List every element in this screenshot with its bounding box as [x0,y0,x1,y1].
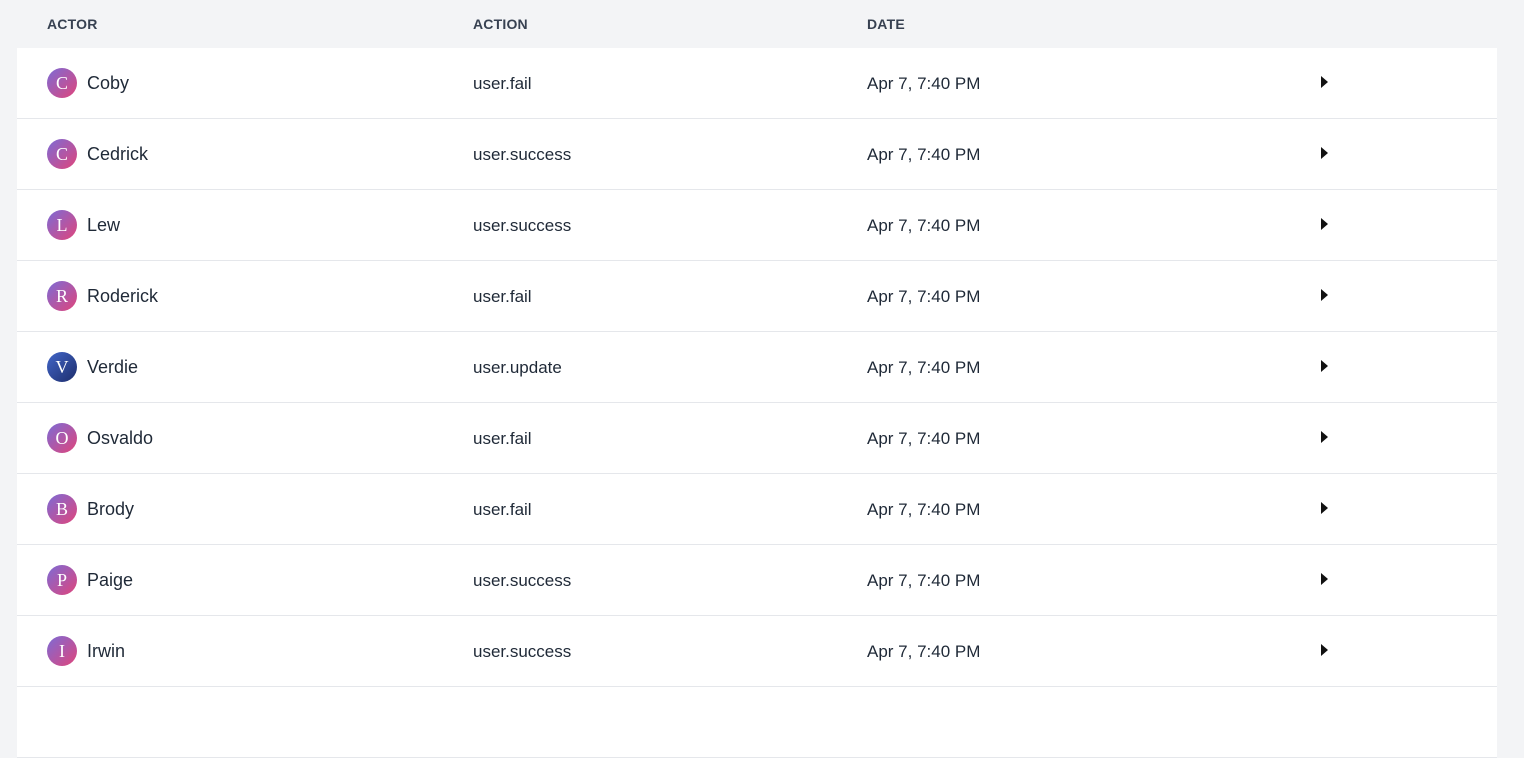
caret-right-icon[interactable] [1317,638,1337,662]
action-value: user.update [473,358,562,377]
table-row-6[interactable]: O Osvaldo user.fail Apr 7, 7:40 PM [17,403,1497,474]
avatar: P [47,565,77,595]
table-row-9[interactable]: I Irwin user.success Apr 7, 7:40 PM [17,616,1497,687]
actor-name: Osvaldo [87,428,154,448]
avatar: B [47,494,77,524]
action-value: user.success [473,642,572,661]
actor-name: Verdie [87,357,139,377]
table-body: C Coby user.fail Apr 7, 7:40 PM C Cedric… [17,48,1497,758]
date-value: Apr 7, 7:40 PM [867,500,981,519]
action-value: user.success [473,216,572,235]
action-value: user.success [473,145,572,164]
date-value: Apr 7, 7:40 PM [867,358,981,377]
date-value: Apr 7, 7:40 PM [867,642,981,661]
date-value: Apr 7, 7:40 PM [867,216,981,235]
caret-right-icon[interactable] [1317,283,1337,307]
caret-right-icon[interactable] [1317,141,1337,165]
action-value: user.fail [473,429,532,448]
date-value: Apr 7, 7:40 PM [867,145,981,164]
date-value: Apr 7, 7:40 PM [867,74,981,93]
avatar: C [47,68,77,98]
action-value: user.fail [473,74,532,93]
date-value: Apr 7, 7:40 PM [867,571,981,590]
actor-name: Irwin [87,641,126,661]
action-value: user.fail [473,287,532,306]
table-row-5[interactable]: V Verdie user.update Apr 7, 7:40 PM [17,332,1497,403]
table-row-3[interactable]: L Lew user.success Apr 7, 7:40 PM [17,190,1497,261]
actor-name: Roderick [87,286,159,306]
avatar: I [47,636,77,666]
avatar: V [47,352,77,382]
column-header-date: DATE [867,16,905,32]
table-row-1[interactable]: C Coby user.fail Apr 7, 7:40 PM [17,48,1497,119]
actor-name: Paige [87,570,134,590]
actor-name: Cedrick [87,144,149,164]
audit-log-table: ACTOR ACTION DATE C Coby user.fail Apr 7… [17,0,1497,758]
date-value: Apr 7, 7:40 PM [867,287,981,306]
table-row-8[interactable]: P Paige user.success Apr 7, 7:40 PM [17,545,1497,616]
action-value: user.fail [473,500,532,519]
avatar: R [47,281,77,311]
caret-right-icon[interactable] [1317,354,1337,378]
caret-right-icon[interactable] [1317,70,1337,94]
table-header: ACTOR ACTION DATE [17,0,1497,48]
table-row-2[interactable]: C Cedrick user.success Apr 7, 7:40 PM [17,119,1497,190]
column-header-actor: ACTOR [47,16,98,32]
caret-right-icon[interactable] [1317,425,1337,449]
table-row-4[interactable]: R Roderick user.fail Apr 7, 7:40 PM [17,261,1497,332]
date-value: Apr 7, 7:40 PM [867,429,981,448]
actor-name: Lew [87,215,121,235]
caret-right-icon[interactable] [1317,496,1337,520]
avatar: C [47,139,77,169]
caret-right-icon[interactable] [1317,567,1337,591]
avatar: O [47,423,77,453]
actor-name: Brody [87,499,135,519]
action-value: user.success [473,571,572,590]
actor-name: Coby [87,73,130,93]
caret-right-icon[interactable] [1317,212,1337,236]
avatar: L [47,210,77,240]
table-row-7[interactable]: B Brody user.fail Apr 7, 7:40 PM [17,474,1497,545]
table-row-10[interactable] [17,687,1497,758]
column-header-action: ACTION [473,16,528,32]
